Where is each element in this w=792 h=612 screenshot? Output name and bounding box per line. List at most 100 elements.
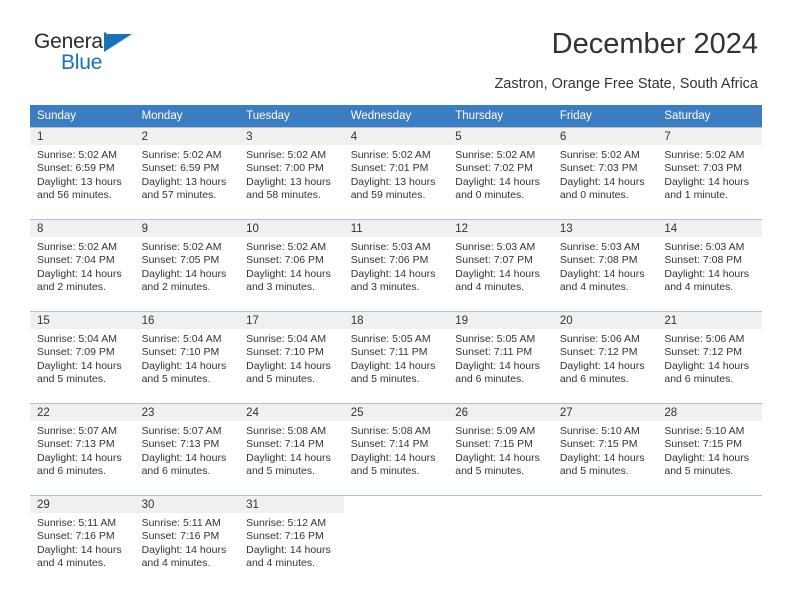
calendar-day[interactable]: 8 Sunrise: 5:02 AM Sunset: 7:04 PM Daylight… xyxy=(30,219,135,311)
weekday-header-monday: Monday xyxy=(134,105,240,127)
sunset-text: Sunset: 7:11 PM xyxy=(350,346,428,359)
calendar-day[interactable]: 20 Sunrise: 5:06 AM Sunset: 7:12 PM Dayligh… xyxy=(552,311,658,403)
calendar-day[interactable]: 28 Sunrise: 5:10 AM Sunset: 7:15 PM Dayligh… xyxy=(657,403,762,495)
daylight-text: Daylight: 14 hours and 5 minutes. xyxy=(246,451,331,478)
weekday-header-tuesday: Tuesday xyxy=(239,105,344,127)
day-number: 27 xyxy=(552,404,658,421)
sunrise-text: Sunrise: 5:02 AM xyxy=(37,149,117,161)
calendar-day[interactable]: 17 Sunrise: 5:04 AM Sunset: 7:10 PM Dayligh… xyxy=(239,311,344,403)
sunset-text: Sunset: 7:15 PM xyxy=(664,438,743,451)
calendar-cell: 2 Sunrise: 5:02 AM Sunset: 6:59 PM Daylight… xyxy=(134,127,240,219)
calendar-day[interactable]: 11 Sunrise: 5:03 AM Sunset: 7:06 PM Dayligh… xyxy=(343,219,449,311)
calendar-day[interactable]: 3 Sunrise: 5:02 AM Sunset: 7:00 PM Daylight… xyxy=(239,127,344,219)
day-number: 20 xyxy=(552,312,658,329)
calendar-day[interactable]: 6 Sunrise: 5:02 AM Sunset: 7:03 PM Daylight… xyxy=(552,127,658,219)
calendar-day[interactable]: 19 Sunrise: 5:05 AM Sunset: 7:11 PM Dayligh… xyxy=(448,311,553,403)
sunrise-text: Sunrise: 5:06 AM xyxy=(559,333,640,345)
calendar-day[interactable]: 27 Sunrise: 5:10 AM Sunset: 7:15 PM Dayligh… xyxy=(552,403,658,495)
calendar-day[interactable]: 24 Sunrise: 5:08 AM Sunset: 7:14 PM Dayligh… xyxy=(239,403,344,495)
day-details: Sunrise: 5:02 AM Sunset: 7:06 PM Daylight:… xyxy=(239,237,344,295)
calendar-day[interactable]: 10 Sunrise: 5:02 AM Sunset: 7:06 PM Dayligh… xyxy=(239,219,344,311)
day-details: Sunrise: 5:05 AM Sunset: 7:11 PM Daylight:… xyxy=(344,329,449,387)
calendar-day[interactable]: 9 Sunrise: 5:02 AM Sunset: 7:05 PM Daylight… xyxy=(134,219,240,311)
daylight-text: Daylight: 14 hours and 4 minutes. xyxy=(37,543,122,570)
page-header: General Blue December 2024 Zastron, Oran… xyxy=(0,0,792,100)
day-number: 23 xyxy=(134,404,240,421)
day-number: 26 xyxy=(448,404,553,421)
calendar-cell: 27 Sunrise: 5:10 AM Sunset: 7:15 PM Dayligh… xyxy=(552,403,658,495)
calendar-cell: 10 Sunrise: 5:02 AM Sunset: 7:06 PM Dayligh… xyxy=(239,219,344,311)
day-number: 12 xyxy=(448,220,553,237)
calendar-day[interactable]: 29 Sunrise: 5:11 AM Sunset: 7:16 PM Dayligh… xyxy=(30,495,135,587)
daylight-text: Daylight: 14 hours and 6 minutes. xyxy=(455,359,540,386)
calendar-day[interactable]: 14 Sunrise: 5:03 AM Sunset: 7:08 PM Dayligh… xyxy=(657,219,762,311)
calendar-page: General Blue December 2024 Zastron, Oran… xyxy=(0,0,792,612)
weekday-header-saturday: Saturday xyxy=(657,105,762,127)
calendar-cell: 16 Sunrise: 5:04 AM Sunset: 7:10 PM Dayligh… xyxy=(134,311,240,403)
day-details: Sunrise: 5:06 AM Sunset: 7:12 PM Daylight:… xyxy=(657,329,762,387)
sunrise-text: Sunrise: 5:02 AM xyxy=(559,149,640,161)
calendar-cell: 3 Sunrise: 5:02 AM Sunset: 7:00 PM Daylight… xyxy=(239,127,344,219)
sunrise-text: Sunrise: 5:03 AM xyxy=(350,241,431,253)
day-details: Sunrise: 5:11 AM Sunset: 7:16 PM Daylight:… xyxy=(30,513,135,571)
sunrise-text: Sunrise: 5:02 AM xyxy=(37,241,117,253)
calendar-cell: 15 Sunrise: 5:04 AM Sunset: 7:09 PM Dayligh… xyxy=(30,311,135,403)
day-number: 28 xyxy=(657,404,762,421)
page-title: December 2024 xyxy=(551,28,758,60)
calendar-cell: 22 Sunrise: 5:07 AM Sunset: 7:13 PM Dayligh… xyxy=(30,403,135,495)
calendar-day[interactable]: 7 Sunrise: 5:02 AM Sunset: 7:03 PM Daylight… xyxy=(657,127,762,219)
calendar-day[interactable]: 4 Sunrise: 5:02 AM Sunset: 7:01 PM Daylight… xyxy=(343,127,449,219)
calendar-cell: 9 Sunrise: 5:02 AM Sunset: 7:05 PM Daylight… xyxy=(134,219,240,311)
day-details: Sunrise: 5:12 AM Sunset: 7:16 PM Daylight:… xyxy=(239,513,344,571)
calendar-day[interactable]: 23 Sunrise: 5:07 AM Sunset: 7:13 PM Dayligh… xyxy=(134,403,240,495)
sunset-text: Sunset: 7:15 PM xyxy=(455,438,533,451)
calendar-day[interactable]: 16 Sunrise: 5:04 AM Sunset: 7:10 PM Dayligh… xyxy=(134,311,240,403)
brand-logo[interactable]: General Blue xyxy=(34,30,174,80)
daylight-text: Daylight: 14 hours and 2 minutes. xyxy=(37,267,122,294)
calendar-day[interactable]: 15 Sunrise: 5:04 AM Sunset: 7:09 PM Dayligh… xyxy=(30,311,135,403)
sunrise-text: Sunrise: 5:02 AM xyxy=(141,241,222,253)
day-number: 3 xyxy=(239,128,344,145)
daylight-text: Daylight: 14 hours and 4 minutes. xyxy=(664,267,750,294)
calendar-day[interactable]: 21 Sunrise: 5:06 AM Sunset: 7:12 PM Dayligh… xyxy=(657,311,762,403)
daylight-text: Daylight: 13 hours and 58 minutes. xyxy=(246,175,331,202)
day-number: 18 xyxy=(343,312,449,329)
sunrise-text: Sunrise: 5:03 AM xyxy=(455,241,536,253)
weekday-header-wednesday: Wednesday xyxy=(343,105,449,127)
calendar-cell: 13 Sunrise: 5:03 AM Sunset: 7:08 PM Dayligh… xyxy=(552,219,658,311)
daylight-text: Daylight: 14 hours and 4 minutes. xyxy=(455,267,540,294)
sunrise-text: Sunrise: 5:07 AM xyxy=(141,425,222,437)
day-details: Sunrise: 5:09 AM Sunset: 7:15 PM Daylight:… xyxy=(448,421,553,479)
day-details: Sunrise: 5:03 AM Sunset: 7:08 PM Daylight:… xyxy=(553,237,658,295)
calendar-day[interactable]: 25 Sunrise: 5:08 AM Sunset: 7:14 PM Dayligh… xyxy=(343,403,449,495)
calendar-day[interactable]: 22 Sunrise: 5:07 AM Sunset: 7:13 PM Dayligh… xyxy=(30,403,135,495)
calendar-week-row: 1 Sunrise: 5:02 AM Sunset: 6:59 PM Daylight… xyxy=(30,127,762,219)
month-calendar: Sunday Monday Tuesday Wednesday Thursday… xyxy=(30,105,762,587)
day-number xyxy=(343,496,449,513)
sunrise-text: Sunrise: 5:06 AM xyxy=(664,333,745,345)
calendar-day-empty xyxy=(343,495,449,587)
sunset-text: Sunset: 7:01 PM xyxy=(350,162,429,175)
calendar-day[interactable]: 26 Sunrise: 5:09 AM Sunset: 7:15 PM Dayligh… xyxy=(448,403,553,495)
day-number: 2 xyxy=(134,128,240,145)
sunrise-text: Sunrise: 5:02 AM xyxy=(246,241,327,253)
day-number xyxy=(552,496,658,513)
calendar-cell: 21 Sunrise: 5:06 AM Sunset: 7:12 PM Dayligh… xyxy=(657,311,762,403)
calendar-day[interactable]: 30 Sunrise: 5:11 AM Sunset: 7:16 PM Dayligh… xyxy=(134,495,240,587)
sunset-text: Sunset: 7:10 PM xyxy=(141,346,220,359)
calendar-day[interactable]: 12 Sunrise: 5:03 AM Sunset: 7:07 PM Dayligh… xyxy=(448,219,553,311)
day-details: Sunrise: 5:02 AM Sunset: 7:04 PM Daylight:… xyxy=(30,237,135,295)
sunrise-text: Sunrise: 5:07 AM xyxy=(37,425,117,437)
calendar-day[interactable]: 5 Sunrise: 5:02 AM Sunset: 7:02 PM Daylight… xyxy=(448,127,553,219)
daylight-text: Daylight: 14 hours and 6 minutes. xyxy=(141,451,227,478)
calendar-day[interactable]: 1 Sunrise: 5:02 AM Sunset: 6:59 PM Daylight… xyxy=(30,127,135,219)
calendar-day[interactable]: 18 Sunrise: 5:05 AM Sunset: 7:11 PM Dayligh… xyxy=(343,311,449,403)
daylight-text: Daylight: 14 hours and 5 minutes. xyxy=(664,451,750,478)
calendar-day[interactable]: 31 Sunrise: 5:12 AM Sunset: 7:16 PM Dayligh… xyxy=(239,495,344,587)
sunrise-text: Sunrise: 5:11 AM xyxy=(141,517,221,529)
calendar-cell: 12 Sunrise: 5:03 AM Sunset: 7:07 PM Dayligh… xyxy=(448,219,553,311)
calendar-day[interactable]: 2 Sunrise: 5:02 AM Sunset: 6:59 PM Daylight… xyxy=(134,127,240,219)
calendar-day[interactable]: 13 Sunrise: 5:03 AM Sunset: 7:08 PM Dayligh… xyxy=(552,219,658,311)
sunrise-text: Sunrise: 5:03 AM xyxy=(559,241,640,253)
daylight-text: Daylight: 14 hours and 4 minutes. xyxy=(559,267,645,294)
